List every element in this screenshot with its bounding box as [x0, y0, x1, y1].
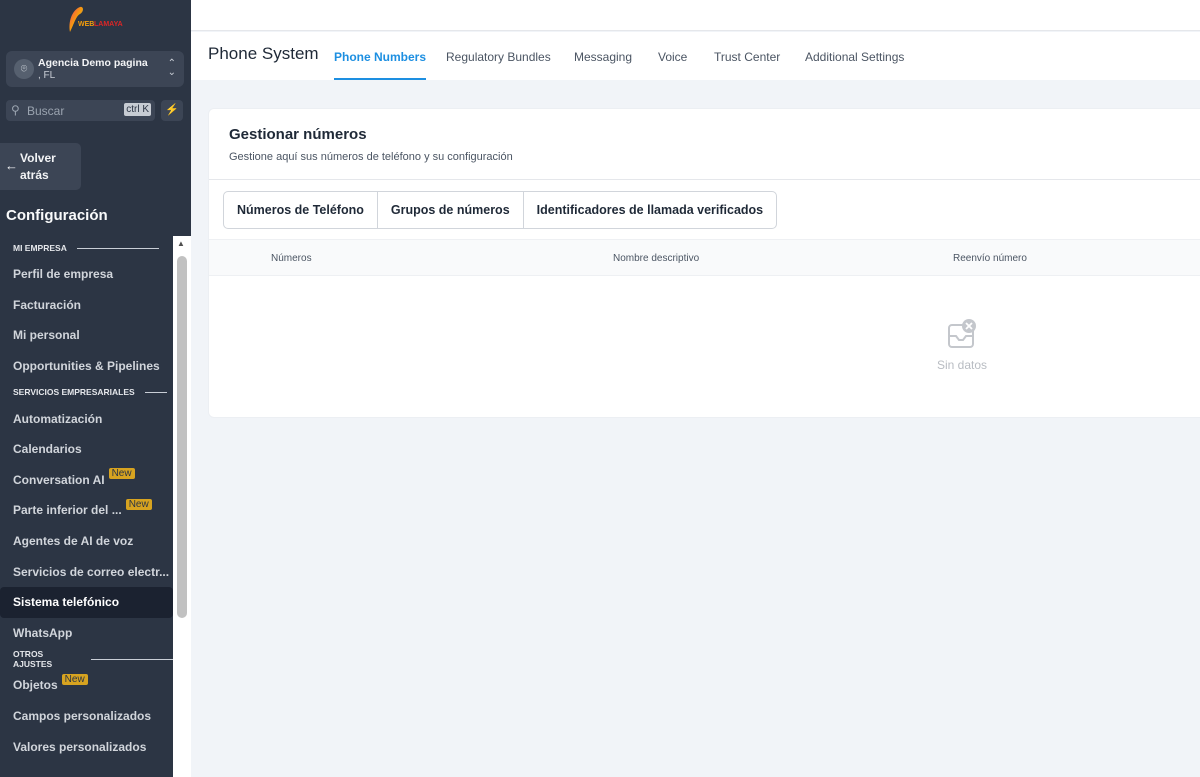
account-switcher[interactable]: ⌾ Agencia Demo pagina , FL ⌃ ⌄	[6, 51, 184, 87]
tab-regulatory-bundles[interactable]: Regulatory Bundles	[446, 50, 551, 80]
top-bar	[191, 0, 1200, 31]
bolt-icon: ⚡	[165, 104, 179, 116]
empty-state: Sin datos	[937, 319, 987, 372]
section-divider	[144, 391, 167, 393]
column-numbers: Números	[271, 253, 312, 264]
nav-item-label: Facturación	[13, 297, 82, 312]
table-header: Números Nombre descriptivo Reenvío númer…	[209, 239, 1200, 276]
nav-item-label: Parte inferior del ...	[13, 503, 122, 518]
arrow-left-icon: ←	[5, 158, 18, 173]
scroll-up-icon[interactable]: ▲	[177, 239, 185, 248]
segment-number-groups[interactable]: Grupos de números	[378, 192, 524, 228]
divider	[209, 179, 1200, 180]
nav-item[interactable]: Servicios de correo electr...	[0, 556, 173, 587]
nav-item-label: Opportunities & Pipelines	[13, 359, 160, 374]
nav-item[interactable]: WhatsApp	[0, 618, 173, 649]
tab-trust-center[interactable]: Trust Center	[714, 50, 780, 80]
nav-item[interactable]: Valores personalizados	[0, 731, 173, 762]
tab-phone-numbers[interactable]: Phone Numbers	[334, 50, 427, 80]
nav-item[interactable]: Agentes de AI de voz	[0, 526, 173, 557]
column-forwarding: Reenvío número	[953, 253, 1027, 264]
section-label-text: MI EMPRESA	[13, 243, 67, 253]
nav-item-label: Agentes de AI de voz	[13, 534, 134, 549]
new-badge: New	[61, 673, 88, 685]
nav-item[interactable]: Parte inferior del ... New	[0, 495, 173, 526]
card-subtitle: Gestione aquí sus números de teléfono y …	[229, 151, 513, 163]
section-divider	[76, 247, 159, 249]
account-name: Agencia Demo pagina	[38, 57, 148, 69]
nav-item-label: Automatización	[13, 411, 103, 426]
search-placeholder: Buscar	[27, 104, 65, 118]
search-input[interactable]: ⚲ Buscar ctrl K	[6, 100, 155, 121]
empty-text: Sin datos	[937, 358, 988, 372]
page-header: Phone System Phone Numbers Regulatory Bu…	[191, 32, 1200, 80]
nav-item[interactable]: Automatización	[0, 403, 173, 434]
manage-numbers-card: Gestionar números Gestione aquí sus núme…	[208, 108, 1200, 418]
new-badge: New	[108, 468, 135, 480]
search-icon: ⚲	[11, 103, 20, 117]
back-button[interactable]: ← Volver atrás	[0, 143, 81, 190]
back-label: Volver atrás	[20, 151, 56, 182]
nav-item[interactable]: Sistema telefónico	[0, 586, 173, 618]
nav-item[interactable]: Opportunities & Pipelines	[0, 351, 173, 382]
section-divider	[91, 658, 173, 660]
nav-item[interactable]: Campos personalizados	[0, 701, 173, 732]
section-title: Configuración	[6, 207, 108, 224]
account-location: , FL	[38, 70, 56, 81]
quick-actions-button[interactable]: ⚡	[161, 100, 183, 121]
section-label-text: SERVICIOS EMPRESARIALES	[13, 387, 135, 398]
nav-item-label: Objetos	[13, 678, 58, 693]
nav-item[interactable]: Objetos New	[0, 670, 173, 701]
scrollbar-thumb[interactable]	[177, 256, 187, 618]
nav-item-label: Servicios de correo electr...	[13, 564, 170, 579]
nav-item-label: Sistema telefónico	[13, 595, 120, 610]
tab-additional-settings[interactable]: Additional Settings	[805, 50, 904, 80]
column-friendly-name: Nombre descriptivo	[613, 253, 700, 264]
nav-item-label: Mi personal	[13, 328, 80, 343]
tab-voice[interactable]: Voice	[658, 50, 687, 80]
nav-item[interactable]: Calendarios	[0, 434, 173, 465]
empty-inbox-icon	[948, 319, 976, 348]
nav-item-label: Conversation AI	[13, 472, 105, 487]
sidebar: WEB LAMAYA ⌾ Agencia Demo pagina , FL ⌃ ⌄ …	[0, 0, 191, 777]
company-logo[interactable]: WEB LAMAYA	[64, 4, 130, 34]
nav-item-label: WhatsApp	[13, 625, 73, 640]
location-icon: ⌾	[14, 59, 34, 79]
segment-verified-caller-ids[interactable]: Identificadores de llamada verificados	[524, 192, 776, 228]
segment-phone-numbers[interactable]: Números de Teléfono	[224, 192, 378, 228]
nav-item-label: Calendarios	[13, 442, 82, 457]
nav-item[interactable]: Mi personal	[0, 320, 173, 351]
segmented-tabs: Números de Teléfono Grupos de números Id…	[223, 191, 778, 229]
settings-nav: MI EMPRESA Perfil de empresa Facturación Mi…	[0, 237, 173, 762]
card-title: Gestionar números	[229, 126, 367, 143]
nav-section-label: SERVICIOS EMPRESARIALES	[0, 381, 173, 403]
new-badge: New	[125, 498, 152, 510]
chevron-updown-icon: ⌃ ⌄	[167, 58, 176, 78]
nav-item-label: Perfil de empresa	[13, 267, 114, 282]
tab-messaging[interactable]: Messaging	[574, 50, 632, 80]
svg-text:WEB: WEB	[78, 21, 94, 28]
shortcut-hint: ctrl K	[124, 103, 151, 116]
svg-text:LAMAYA: LAMAYA	[94, 21, 123, 28]
nav-item[interactable]: Perfil de empresa	[0, 259, 173, 290]
nav-item-label: Valores personalizados	[13, 739, 147, 754]
scrollbar[interactable]: ▲	[173, 236, 191, 777]
nav-section-label: OTROS AJUSTES	[0, 648, 173, 670]
nav-item[interactable]: Facturación	[0, 290, 173, 321]
nav-section-label: MI EMPRESA	[0, 237, 173, 259]
nav-item-label: Campos personalizados	[13, 709, 152, 724]
nav-item[interactable]: Conversation AI New	[0, 465, 173, 496]
page-title: Phone System	[208, 44, 319, 63]
section-label-text: OTROS AJUSTES	[13, 649, 53, 670]
